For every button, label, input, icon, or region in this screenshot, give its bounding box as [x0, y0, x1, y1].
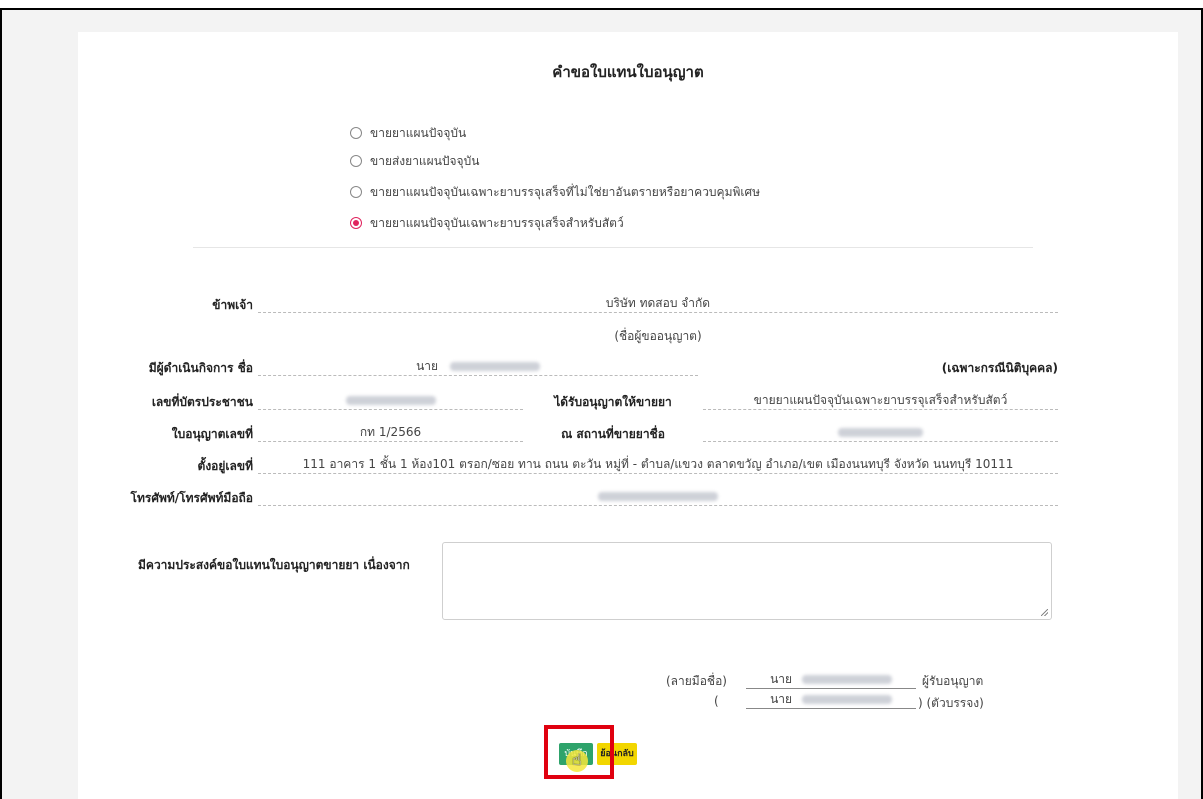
redacted-name — [449, 362, 540, 371]
id-value — [258, 391, 523, 410]
operator-prefix: นาย — [416, 359, 439, 373]
signature-prefix: นาย — [770, 672, 793, 686]
operator-note: (เฉพาะกรณีนิติบุคคล) — [941, 361, 1058, 375]
address-label: ตั้งอยู่เลขที่ — [197, 459, 253, 473]
print-prefix: นาย — [770, 692, 793, 706]
radio-selected-icon[interactable] — [350, 217, 362, 229]
option-label: ขายยาแผนปัจจุบัน — [370, 125, 467, 140]
redacted-phone — [598, 492, 718, 501]
license-no-value: กท 1/2566 — [258, 423, 523, 442]
option-label: ขายส่งยาแผนปัจจุบัน — [370, 153, 480, 168]
licensed-label: ได้รับอนุญาตให้ขายยา — [554, 395, 672, 409]
print-open-paren: ( — [714, 694, 719, 708]
applicant-label: ข้าพเจ้า — [212, 298, 253, 312]
signature-role: ผู้รับอนุญาต — [922, 674, 984, 688]
form-title: คำขอใบแทนใบอนุญาต — [552, 63, 704, 81]
operator-name-field: นาย — [258, 357, 698, 376]
option-label: ขายยาแผนปัจจุบันเฉพาะยาบรรจุเสร็จสำหรับส… — [370, 215, 624, 230]
purpose-label: มีความประสงค์ขอใบแทนใบอนุญาตขายยา เนื่อง… — [138, 558, 410, 572]
redacted-id — [345, 396, 436, 405]
option-packaged-non-dangerous[interactable]: ขายยาแผนปัจจุบันเฉพาะยาบรรจุเสร็จที่ไม่ใ… — [350, 183, 760, 201]
licensed-value: ขายยาแผนปัจจุบันเฉพาะยาบรรจุเสร็จสำหรับส… — [703, 391, 1058, 410]
redacted-signature — [801, 675, 892, 684]
phone-label: โทรศัพท์/โทรศัพท์มือถือ — [130, 491, 253, 505]
id-label: เลขที่บัตรประชาชน — [151, 395, 253, 409]
redacted-print-name — [801, 695, 892, 704]
radio-icon[interactable] — [350, 127, 362, 139]
operator-label: มีผู้ดำเนินกิจการ ชื่อ — [148, 361, 253, 375]
divider — [193, 247, 1033, 248]
option-label: ขายยาแผนปัจจุบันเฉพาะยาบรรจุเสร็จที่ไม่ใ… — [370, 184, 761, 199]
radio-icon[interactable] — [350, 155, 362, 167]
resize-grip-icon[interactable] — [1041, 609, 1048, 616]
signature-label: (ลายมือชื่อ) — [666, 674, 727, 688]
option-retail-modern[interactable]: ขายยาแผนปัจจุบัน — [350, 124, 466, 142]
signature-line: นาย — [746, 670, 916, 689]
option-wholesale-modern[interactable]: ขายส่งยาแผนปัจจุบัน — [350, 152, 479, 170]
phone-value — [258, 487, 1058, 506]
window-frame: คำขอใบแทนใบอนุญาต ขายยาแผนปัจจุบัน ขายส่… — [0, 8, 1203, 799]
option-packaged-veterinary[interactable]: ขายยาแผนปัจจุบันเฉพาะยาบรรจุเสร็จสำหรับส… — [350, 214, 624, 232]
license-no-label: ใบอนุญาตเลขที่ — [171, 427, 253, 441]
radio-icon[interactable] — [350, 186, 362, 198]
form-panel: คำขอใบแทนใบอนุญาต ขายยาแผนปัจจุบัน ขายส่… — [78, 32, 1178, 799]
redacted-place — [838, 428, 923, 437]
place-value — [703, 423, 1058, 442]
applicant-caption: (ชื่อผู้ขออนุญาต) — [614, 329, 702, 343]
purpose-textarea[interactable] — [442, 542, 1052, 620]
print-name-line: นาย — [746, 690, 916, 709]
place-label: ณ สถานที่ขายยาชื่อ — [561, 427, 665, 441]
hand-cursor-icon: ☝ — [572, 750, 582, 769]
address-value: 111 อาคาร 1 ชั้น 1 ห้อง101 ตรอก/ซอย ทาน … — [258, 455, 1058, 474]
applicant-value: บริษัท ทดสอบ จำกัด — [258, 294, 1058, 313]
print-role: ) (ตัวบรรจง) — [918, 696, 984, 710]
